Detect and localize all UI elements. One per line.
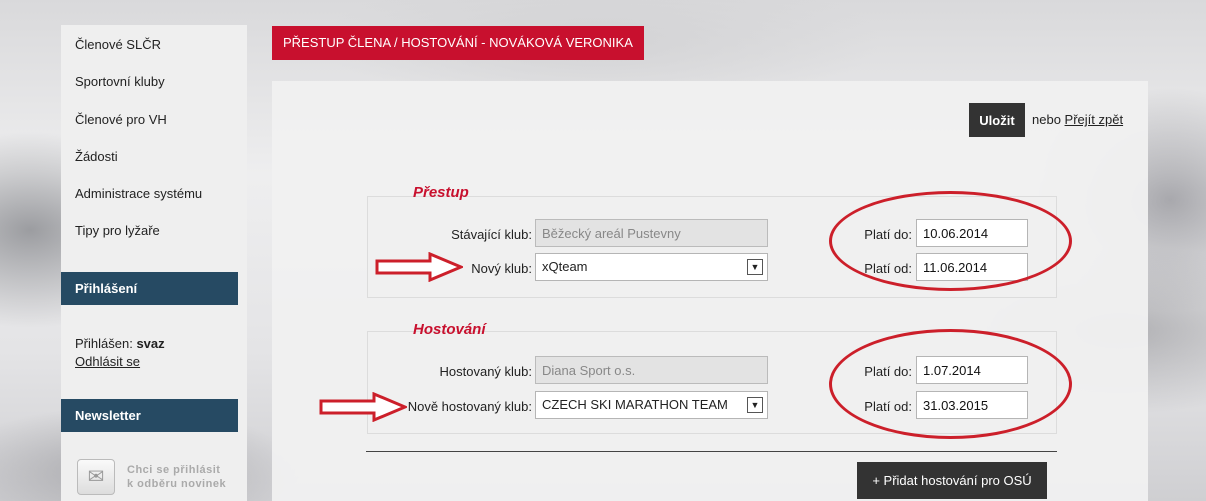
current-club-label: Stávající klub: — [451, 227, 532, 242]
current-club-field — [535, 219, 768, 247]
nav-item-clenove-slcr[interactable]: Členové SLČR — [75, 37, 161, 52]
login-heading: Přihlášení — [61, 272, 238, 305]
transfer-valid-from-field[interactable] — [916, 253, 1028, 281]
new-club-select[interactable]: xQteam ▼ — [535, 253, 768, 281]
sidebar: Členové SLČR Sportovní kluby Členové pro… — [61, 25, 247, 501]
new-club-value: xQteam — [542, 259, 588, 274]
main-panel: Uložit nebo Přejít zpět Přestup Stávajíc… — [272, 81, 1148, 501]
guest-valid-to-label: Platí do: — [864, 364, 912, 379]
logout-link[interactable]: Odhlásit se — [75, 353, 165, 371]
login-user: svaz — [136, 336, 165, 351]
login-status: Přihlášen: svaz Odhlásit se — [75, 335, 165, 371]
nav-item-tipy[interactable]: Tipy pro lyžaře — [75, 223, 160, 238]
newsletter-line-2: k odběru novinek — [127, 477, 227, 490]
host-club-field — [535, 356, 768, 384]
nav-item-zadosti[interactable]: Žádosti — [75, 149, 118, 164]
nav-item-sportovni-kluby[interactable]: Sportovní kluby — [75, 74, 165, 89]
or-text: nebo — [1032, 112, 1061, 127]
envelope-icon: ✉ — [77, 458, 115, 495]
arrow-right-icon — [375, 252, 463, 282]
transfer-title: Přestup — [413, 184, 469, 201]
page-title: PŘESTUP ČLENA / HOSTOVÁNÍ - NOVÁKOVÁ VER… — [272, 26, 644, 60]
host-club-label: Hostovaný klub: — [439, 364, 533, 379]
new-host-select[interactable]: CZECH SKI MARATHON TEAM ▼ — [535, 391, 768, 419]
login-prefix: Přihlášen: — [75, 336, 133, 351]
newsletter-heading: Newsletter — [61, 399, 238, 432]
newsletter-signup[interactable]: ✉ Chci se přihlásit k odběru novinek — [77, 452, 235, 501]
chevron-down-icon: ▼ — [747, 259, 763, 275]
arrow-right-icon — [319, 392, 407, 422]
new-host-value: CZECH SKI MARATHON TEAM — [542, 397, 728, 412]
add-guest-button[interactable]: + Přidat hostování pro OSÚ — [857, 462, 1047, 499]
guest-valid-from-label: Platí od: — [864, 399, 912, 414]
transfer-valid-to-field[interactable] — [916, 219, 1028, 247]
save-or-back: nebo Přejít zpět — [1032, 112, 1123, 127]
nav-item-administrace[interactable]: Administrace systému — [75, 186, 202, 201]
nav-item-clenove-pro-vh[interactable]: Členové pro VH — [75, 112, 167, 127]
newsletter-text: Chci se přihlásit k odběru novinek — [127, 463, 226, 491]
chevron-down-icon: ▼ — [747, 397, 763, 413]
transfer-valid-to-label: Platí do: — [864, 227, 912, 242]
save-button[interactable]: Uložit — [969, 103, 1025, 137]
back-link[interactable]: Přejít zpět — [1065, 112, 1124, 127]
guest-valid-to-field[interactable] — [916, 356, 1028, 384]
divider — [366, 451, 1057, 452]
guest-title: Hostování — [413, 321, 486, 338]
transfer-valid-from-label: Platí od: — [864, 261, 912, 276]
guest-valid-from-field[interactable] — [916, 391, 1028, 419]
transfer-section — [367, 196, 1057, 298]
newsletter-line-1: Chci se přihlásit — [127, 463, 221, 476]
